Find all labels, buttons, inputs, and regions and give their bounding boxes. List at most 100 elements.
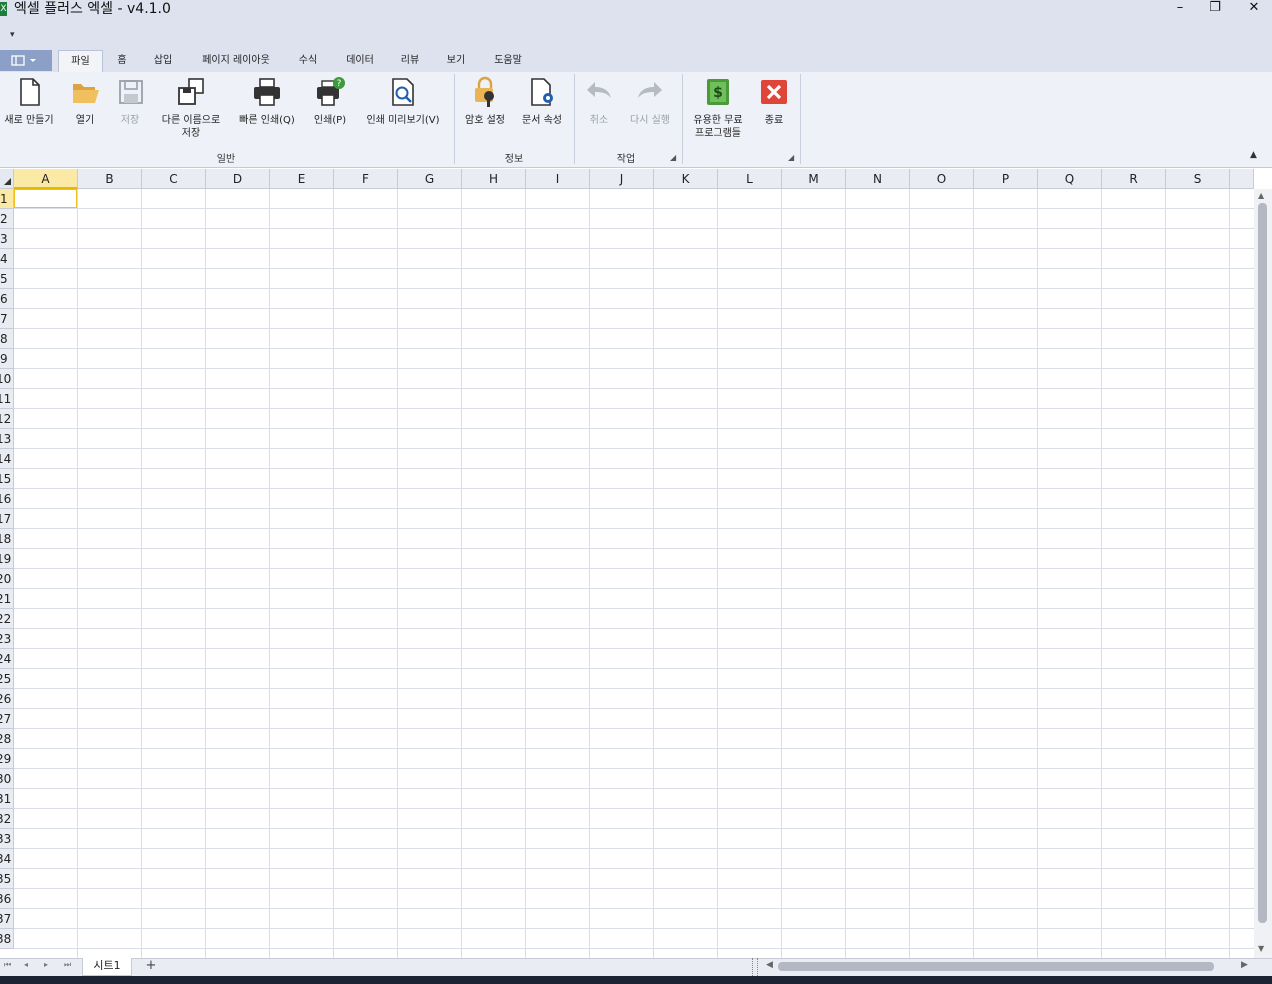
application-menu-button[interactable]	[0, 50, 52, 71]
minimize-button[interactable]: –	[1162, 0, 1198, 18]
column-header[interactable]: N	[846, 169, 910, 189]
save-button[interactable]: 저장	[108, 76, 152, 127]
first-sheet-icon[interactable]: ⏮	[4, 960, 11, 970]
column-header[interactable]: D	[206, 169, 270, 189]
tab-review[interactable]: 리뷰	[392, 50, 428, 72]
row-header[interactable]: 21	[0, 589, 14, 609]
row-header[interactable]: 4	[0, 249, 14, 269]
row-header[interactable]: 20	[0, 569, 14, 589]
row-header[interactable]: 1	[0, 189, 14, 209]
row-header[interactable]: 33	[0, 829, 14, 849]
sheet-tab[interactable]: 시트1	[82, 958, 132, 976]
scroll-down-icon[interactable]: ▼	[1258, 944, 1264, 953]
restore-button[interactable]: ❐	[1197, 0, 1233, 18]
row-header[interactable]: 9	[0, 349, 14, 369]
row-header[interactable]: 17	[0, 509, 14, 529]
quick-print-button[interactable]: 빠른 인쇄(Q)	[232, 76, 302, 127]
row-header[interactable]: 14	[0, 449, 14, 469]
save-as-button[interactable]: 다른 이름으로 저장	[155, 76, 227, 140]
active-cell-a1[interactable]	[14, 189, 77, 208]
select-all-corner[interactable]	[0, 169, 14, 189]
row-header[interactable]: 32	[0, 809, 14, 829]
row-header[interactable]: 34	[0, 849, 14, 869]
cell-grid[interactable]	[14, 189, 1254, 958]
row-header[interactable]: 27	[0, 709, 14, 729]
tab-formulas[interactable]: 수식	[290, 50, 326, 72]
qat-customize-dropdown[interactable]: ▾	[10, 30, 15, 40]
tab-insert[interactable]: 삽입	[146, 50, 180, 72]
free-programs-button[interactable]: $ 유용한 무료 프로그램들	[686, 76, 750, 140]
column-header[interactable]: C	[142, 169, 206, 189]
row-header[interactable]: 18	[0, 529, 14, 549]
row-header[interactable]: 26	[0, 689, 14, 709]
column-header[interactable]: F	[334, 169, 398, 189]
column-header[interactable]: B	[78, 169, 142, 189]
tab-split-handle[interactable]	[752, 958, 758, 976]
column-header[interactable]: K	[654, 169, 718, 189]
row-header[interactable]: 2	[0, 209, 14, 229]
row-header[interactable]: 29	[0, 749, 14, 769]
column-header[interactable]: M	[782, 169, 846, 189]
next-sheet-icon[interactable]: ▸	[44, 960, 48, 969]
row-header[interactable]: 6	[0, 289, 14, 309]
scroll-up-icon[interactable]: ▲	[1258, 191, 1264, 200]
row-header[interactable]: 35	[0, 869, 14, 889]
row-header[interactable]: 3	[0, 229, 14, 249]
last-sheet-icon[interactable]: ⏭	[64, 960, 71, 970]
row-header[interactable]: 28	[0, 729, 14, 749]
column-header[interactable]: G	[398, 169, 462, 189]
row-header[interactable]: 38	[0, 929, 14, 949]
vertical-scroll-thumb[interactable]	[1258, 203, 1267, 923]
row-header[interactable]: 16	[0, 489, 14, 509]
new-button[interactable]: 새로 만들기	[0, 76, 58, 127]
column-header[interactable]: E	[270, 169, 334, 189]
print-button[interactable]: ? 인쇄(P)	[305, 76, 355, 127]
row-header[interactable]: 8	[0, 329, 14, 349]
column-header[interactable]: I	[526, 169, 590, 189]
group-dialog-launcher-icon[interactable]: ◢	[670, 153, 676, 162]
column-header[interactable]: L	[718, 169, 782, 189]
row-header[interactable]: 37	[0, 909, 14, 929]
tab-help[interactable]: 도움말	[484, 50, 532, 72]
row-header[interactable]: 10	[0, 369, 14, 389]
prev-sheet-icon[interactable]: ◂	[24, 960, 28, 969]
undo-button[interactable]: 취소	[578, 76, 620, 127]
row-header[interactable]: 23	[0, 629, 14, 649]
close-button[interactable]: ✕	[1236, 0, 1272, 18]
scroll-right-icon[interactable]: ▶	[1241, 960, 1248, 970]
tab-view[interactable]: 보기	[438, 50, 474, 72]
tab-home[interactable]: 홈	[108, 50, 136, 72]
column-header[interactable]: O	[910, 169, 974, 189]
row-header[interactable]: 12	[0, 409, 14, 429]
redo-button[interactable]: 다시 실행	[622, 76, 678, 127]
horizontal-scroll-thumb[interactable]	[778, 962, 1214, 971]
row-header[interactable]: 19	[0, 549, 14, 569]
row-header[interactable]: 13	[0, 429, 14, 449]
column-header[interactable]: S	[1166, 169, 1230, 189]
row-header[interactable]: 24	[0, 649, 14, 669]
column-header[interactable]: J	[590, 169, 654, 189]
collapse-ribbon-icon[interactable]: ▲	[1250, 150, 1257, 160]
column-header[interactable]: Q	[1038, 169, 1102, 189]
tab-file[interactable]: 파일	[58, 50, 103, 72]
tab-page-layout[interactable]: 페이지 레이아웃	[190, 50, 282, 72]
row-header[interactable]: 25	[0, 669, 14, 689]
add-sheet-button[interactable]: +	[140, 958, 162, 976]
group-dialog-launcher-icon[interactable]: ◢	[788, 153, 794, 162]
row-header[interactable]: 7	[0, 309, 14, 329]
scroll-left-icon[interactable]: ◀	[766, 960, 773, 970]
column-header[interactable]: R	[1102, 169, 1166, 189]
tab-data[interactable]: 데이터	[336, 50, 384, 72]
column-header[interactable]: H	[462, 169, 526, 189]
column-header[interactable]: P	[974, 169, 1038, 189]
password-button[interactable]: 암호 설정	[458, 76, 512, 127]
document-properties-button[interactable]: 문서 속성	[514, 76, 570, 127]
column-header[interactable]: A	[14, 169, 78, 189]
exit-button[interactable]: 종료	[754, 76, 794, 127]
row-header[interactable]: 5	[0, 269, 14, 289]
row-header[interactable]: 30	[0, 769, 14, 789]
row-header[interactable]: 31	[0, 789, 14, 809]
row-header[interactable]: 11	[0, 389, 14, 409]
print-preview-button[interactable]: 인쇄 미리보기(V)	[358, 76, 448, 127]
row-header[interactable]: 15	[0, 469, 14, 489]
